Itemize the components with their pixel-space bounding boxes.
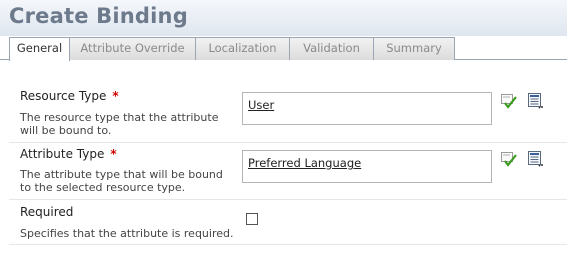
resource-type-field[interactable]: User	[242, 92, 492, 125]
tab-validation[interactable]: Validation	[289, 37, 374, 60]
tab-bar: General Attribute Override Localization …	[0, 36, 567, 61]
row-divider	[9, 244, 567, 245]
required-label: Required	[20, 205, 74, 219]
attribute-type-value-link[interactable]: Preferred Language	[248, 156, 361, 170]
tab-general[interactable]: General	[9, 37, 70, 61]
tab-summary[interactable]: Summary	[373, 37, 455, 60]
resource-type-label-group: Resource Type *	[20, 89, 119, 103]
validate-check-icon[interactable]	[501, 94, 517, 110]
resource-type-value-link[interactable]: User	[248, 98, 274, 112]
resource-type-label: Resource Type	[20, 89, 107, 103]
validate-check-icon[interactable]	[501, 152, 517, 168]
required-description: Specifies that the attribute is required…	[20, 227, 234, 240]
required-mark: *	[112, 89, 119, 103]
tab-attribute-override[interactable]: Attribute Override	[69, 37, 196, 60]
required-mark: *	[110, 147, 117, 161]
browse-list-icon[interactable]	[528, 151, 544, 167]
resource-type-description: The resource type that the attribute wil…	[20, 111, 219, 137]
attribute-type-label-group: Attribute Type *	[20, 147, 117, 161]
attribute-type-label: Attribute Type	[20, 147, 105, 161]
page-title: Create Binding	[9, 4, 188, 28]
attribute-type-description: The attribute type that will be bound to…	[20, 168, 223, 194]
page-header: Create Binding	[0, 0, 567, 36]
required-checkbox[interactable]	[246, 213, 258, 225]
row-divider	[9, 199, 567, 200]
tab-localization[interactable]: Localization	[195, 37, 290, 60]
browse-list-icon[interactable]	[528, 93, 544, 109]
row-divider	[9, 142, 567, 143]
attribute-type-field[interactable]: Preferred Language	[242, 150, 492, 183]
